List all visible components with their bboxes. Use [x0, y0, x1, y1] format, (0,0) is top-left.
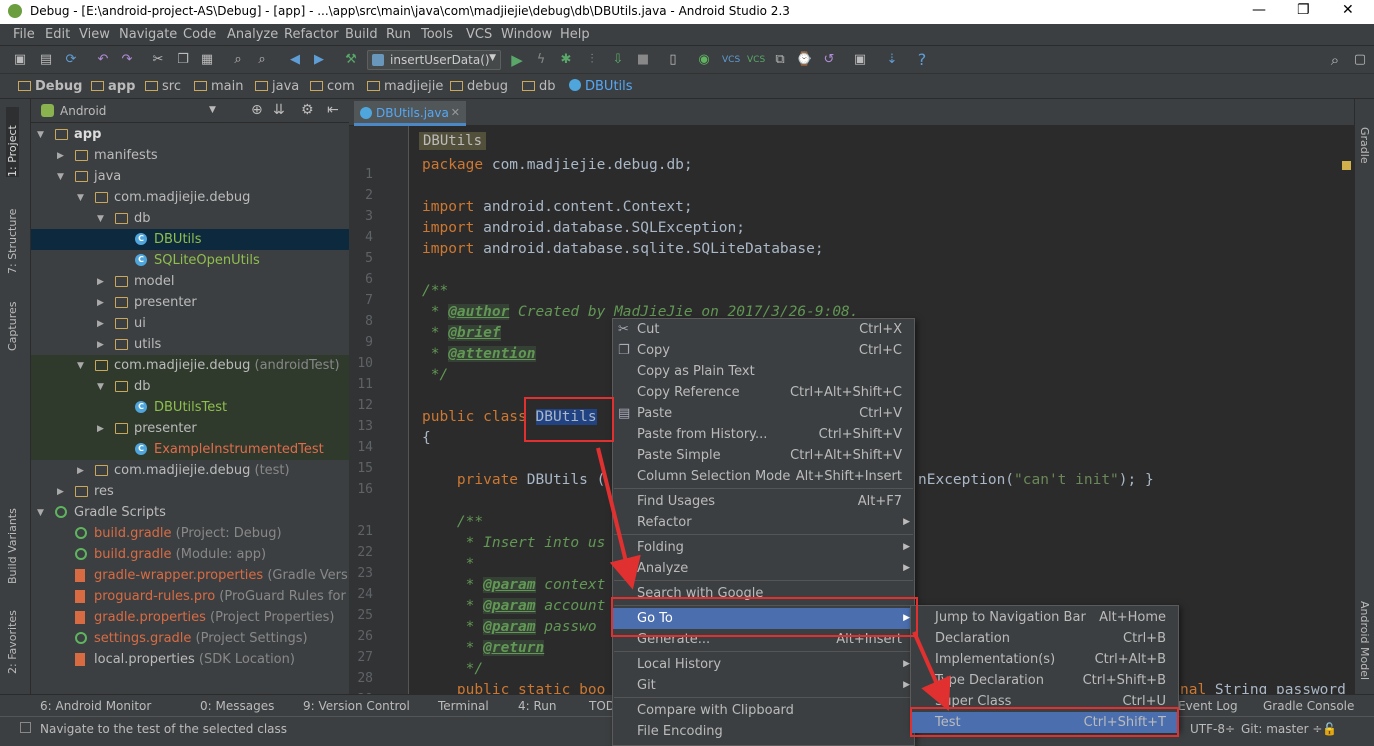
- annotation-arrows: [596, 447, 951, 711]
- arrow-to-test: [912, 631, 951, 711]
- arrow-to-goto: [596, 447, 641, 590]
